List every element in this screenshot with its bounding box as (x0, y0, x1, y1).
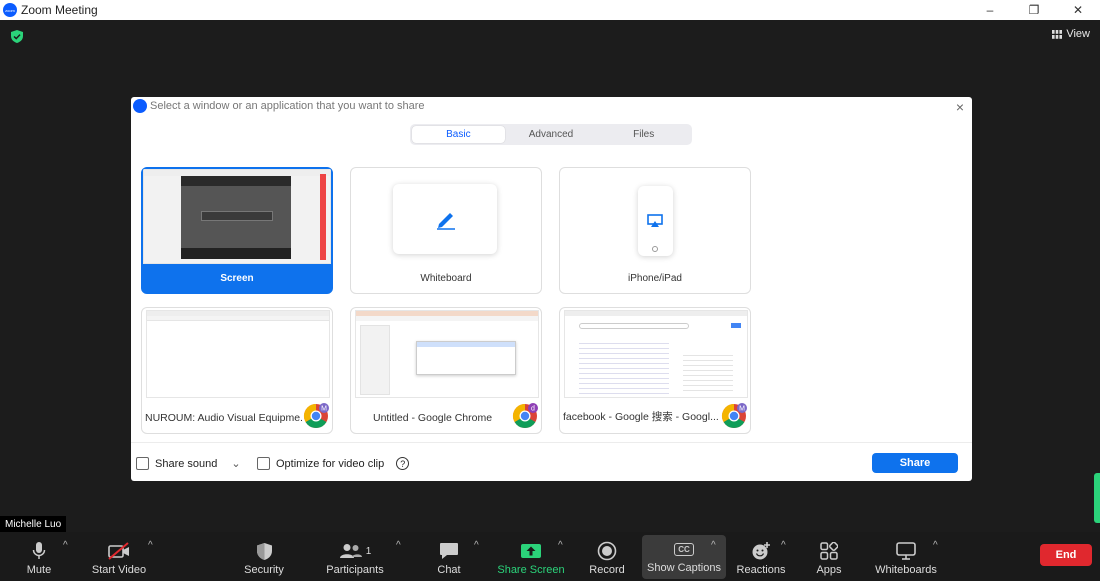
chrome-icon: M (303, 403, 329, 429)
airplay-icon (647, 214, 663, 227)
optimize-video-checkbox[interactable] (257, 457, 270, 470)
mute-button[interactable]: Mute (16, 532, 62, 581)
video-options-icon[interactable]: ^ (148, 540, 153, 551)
closed-captions-icon: CC (674, 542, 694, 556)
close-icon[interactable]: × (956, 99, 964, 115)
pencil-icon (437, 213, 455, 230)
minimize-button[interactable]: – (968, 0, 1012, 20)
participants-label: Participants (326, 564, 384, 576)
participants-button[interactable]: 1 Participants (324, 532, 386, 581)
help-icon[interactable]: ? (396, 457, 410, 470)
window-thumbnail (564, 310, 748, 398)
chat-icon (440, 543, 458, 559)
captions-options-icon[interactable]: ^ (711, 540, 716, 551)
shield-icon (256, 542, 272, 560)
window-thumbnail (146, 310, 330, 398)
record-icon (597, 541, 617, 561)
whiteboard-icon (896, 542, 916, 560)
mute-options-icon[interactable]: ^ (63, 540, 68, 551)
title-bar: zoom Zoom Meeting – ❐ ✕ (0, 0, 1100, 20)
share-tabs: Basic Advanced Files (410, 124, 692, 145)
view-label: View (1066, 28, 1090, 40)
video-off-icon (108, 542, 129, 560)
reactions-label: Reactions (736, 564, 786, 576)
chat-button[interactable]: Chat (433, 532, 465, 581)
audio-level-indicator (1094, 473, 1100, 523)
share-screen-icon (521, 544, 541, 558)
tab-advanced[interactable]: Advanced (505, 126, 598, 143)
iphone-label: iPhone/iPad (628, 273, 682, 284)
chrome-icon: d (512, 403, 538, 429)
share-sound-label: Share sound (155, 457, 218, 470)
participant-count: 1 (365, 545, 372, 557)
zoom-logo-icon (133, 99, 147, 113)
share-option-iphone-ipad[interactable]: iPhone/iPad (559, 167, 751, 294)
participants-options-icon[interactable]: ^ (396, 540, 401, 551)
apps-icon (820, 542, 838, 560)
profile-badge: M (739, 406, 745, 413)
view-button[interactable]: View (1052, 28, 1090, 40)
optimize-video-option[interactable]: Optimize for video clip ? (257, 457, 410, 470)
window-title-untitled-chrome: Untitled - Google Chrome (373, 412, 493, 424)
tab-files[interactable]: Files (597, 126, 690, 143)
window-title: Zoom Meeting (21, 3, 98, 17)
meeting-toolbar: Mute ^ Start Video ^ Security 1 Particip… (0, 532, 1100, 581)
optimize-video-label: Optimize for video clip (276, 457, 385, 470)
share-option-window-untitled-chrome[interactable]: Untitled - Google Chrome d (350, 307, 542, 434)
phone-icon (638, 186, 673, 256)
security-button[interactable]: Security (240, 532, 288, 581)
grid-icon (1052, 29, 1063, 39)
restore-button[interactable]: ❐ (1012, 0, 1056, 20)
show-captions-label: Show Captions (647, 562, 721, 574)
chat-options-icon[interactable]: ^ (474, 540, 479, 551)
share-options-icon[interactable]: ^ (558, 540, 563, 551)
tab-basic[interactable]: Basic (412, 126, 505, 143)
share-sound-checkbox[interactable] (136, 457, 149, 470)
profile-badge: d (531, 406, 535, 413)
dialog-divider (131, 442, 972, 443)
start-video-button[interactable]: Start Video (88, 532, 150, 581)
profile-badge: M (321, 406, 327, 413)
window-title-nuroum: NUROUM: Audio Visual Equipme... (145, 412, 302, 424)
share-option-whiteboard[interactable]: Whiteboard (350, 167, 542, 294)
whiteboard-label: Whiteboard (420, 273, 472, 284)
share-sound-dropdown-icon[interactable]: ⌄ (231, 457, 240, 470)
share-option-window-facebook-search[interactable]: facebook - Google 搜索 - Googl... M (559, 307, 751, 434)
share-option-screen[interactable]: Screen (141, 167, 333, 294)
close-window-button[interactable]: ✕ (1056, 0, 1100, 20)
security-label: Security (244, 564, 284, 576)
screen-label: Screen (220, 273, 254, 284)
microphone-icon (32, 542, 46, 559)
reactions-options-icon[interactable]: ^ (781, 540, 786, 551)
chrome-icon: M (721, 403, 747, 429)
share-button[interactable]: Share (872, 453, 958, 473)
whiteboards-label: Whiteboards (875, 564, 937, 576)
participants-icon (339, 544, 362, 558)
record-label: Record (589, 564, 625, 576)
window-controls: – ❐ ✕ (968, 0, 1100, 20)
share-screen-dialog: Select a window or an application that y… (131, 97, 972, 481)
whiteboards-options-icon[interactable]: ^ (933, 540, 938, 551)
start-video-label: Start Video (91, 564, 147, 576)
chat-label: Chat (437, 564, 461, 576)
window-title-facebook-search: facebook - Google 搜索 - Googl... (563, 411, 719, 423)
apps-button[interactable]: Apps (813, 532, 845, 581)
smiley-plus-icon (752, 542, 770, 560)
participant-name-tag: Michelle Luo (0, 516, 67, 532)
record-button[interactable]: Record (586, 532, 628, 581)
share-sound-option[interactable]: Share sound ⌄ (136, 457, 241, 470)
zoom-logo-icon: zoom (3, 3, 17, 17)
encryption-shield-icon[interactable] (11, 30, 23, 43)
mute-label: Mute (26, 564, 52, 576)
reactions-button[interactable]: Reactions (736, 532, 786, 581)
screen-thumbnail (143, 169, 331, 264)
whiteboards-button[interactable]: Whiteboards (872, 532, 940, 581)
window-thumbnail (355, 310, 539, 398)
dialog-title: Select a window or an application that y… (150, 100, 425, 112)
end-meeting-button[interactable]: End (1040, 544, 1092, 566)
share-option-window-nuroum[interactable]: NUROUM: Audio Visual Equipme... M (141, 307, 333, 434)
share-screen-button[interactable]: Share Screen (496, 532, 566, 581)
share-screen-label: Share Screen (497, 564, 565, 576)
apps-label: Apps (816, 564, 842, 576)
